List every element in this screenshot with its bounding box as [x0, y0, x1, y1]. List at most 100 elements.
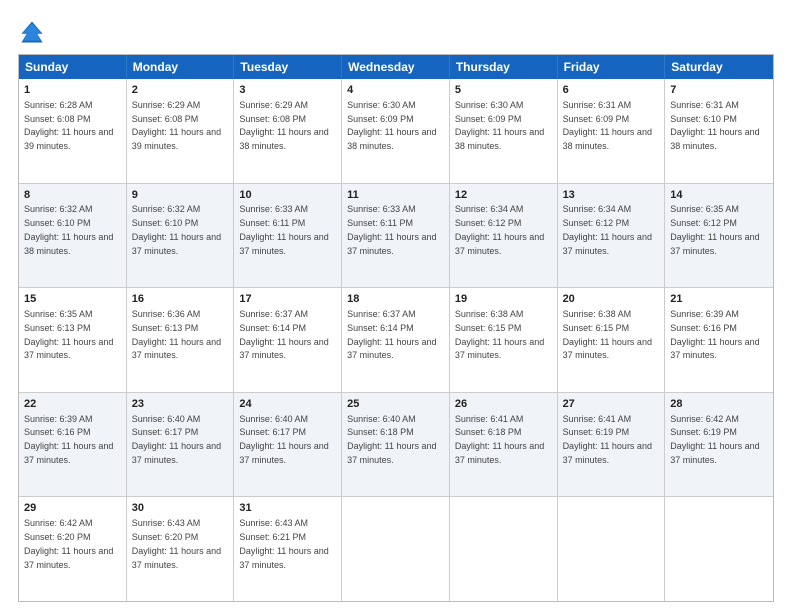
- day-detail: Sunrise: 6:28 AMSunset: 6:08 PMDaylight:…: [24, 100, 113, 151]
- empty-cell: [558, 497, 666, 601]
- day-detail: Sunrise: 6:34 AMSunset: 6:12 PMDaylight:…: [563, 204, 652, 255]
- day-cell-28: 28 Sunrise: 6:42 AMSunset: 6:19 PMDayligh…: [665, 393, 773, 497]
- calendar: SundayMondayTuesdayWednesdayThursdayFrid…: [18, 54, 774, 602]
- day-cell-29: 29 Sunrise: 6:42 AMSunset: 6:20 PMDayligh…: [19, 497, 127, 601]
- calendar-body: 1 Sunrise: 6:28 AMSunset: 6:08 PMDaylight…: [19, 79, 773, 601]
- day-number: 4: [347, 83, 444, 98]
- day-cell-11: 11Sunrise: 6:33 AMSunset: 6:11 PMDayligh…: [342, 184, 450, 288]
- header-day-saturday: Saturday: [665, 55, 773, 79]
- day-cell-4: 4 Sunrise: 6:30 AMSunset: 6:09 PMDaylight…: [342, 79, 450, 183]
- calendar-header: SundayMondayTuesdayWednesdayThursdayFrid…: [19, 55, 773, 79]
- day-number: 13: [563, 188, 660, 203]
- week-row-5: 29 Sunrise: 6:42 AMSunset: 6:20 PMDayligh…: [19, 496, 773, 601]
- empty-cell: [450, 497, 558, 601]
- day-number: 29: [24, 501, 121, 516]
- day-cell-19: 19Sunrise: 6:38 AMSunset: 6:15 PMDayligh…: [450, 288, 558, 392]
- day-number: 28: [670, 397, 768, 412]
- day-detail: Sunrise: 6:30 AMSunset: 6:09 PMDaylight:…: [455, 100, 544, 151]
- day-cell-7: 7Sunrise: 6:31 AMSunset: 6:10 PMDaylight…: [665, 79, 773, 183]
- day-number: 14: [670, 188, 768, 203]
- day-detail: Sunrise: 6:42 AMSunset: 6:19 PMDaylight:…: [670, 414, 759, 465]
- day-detail: Sunrise: 6:31 AMSunset: 6:09 PMDaylight:…: [563, 100, 652, 151]
- day-number: 2: [132, 83, 229, 98]
- day-number: 31: [239, 501, 336, 516]
- day-cell-1: 1 Sunrise: 6:28 AMSunset: 6:08 PMDaylight…: [19, 79, 127, 183]
- day-detail: Sunrise: 6:34 AMSunset: 6:12 PMDaylight:…: [455, 204, 544, 255]
- day-cell-9: 9Sunrise: 6:32 AMSunset: 6:10 PMDaylight…: [127, 184, 235, 288]
- day-number: 9: [132, 188, 229, 203]
- day-detail: Sunrise: 6:41 AMSunset: 6:18 PMDaylight:…: [455, 414, 544, 465]
- day-detail: Sunrise: 6:37 AMSunset: 6:14 PMDaylight:…: [347, 309, 436, 360]
- day-detail: Sunrise: 6:29 AMSunset: 6:08 PMDaylight:…: [239, 100, 328, 151]
- day-detail: Sunrise: 6:41 AMSunset: 6:19 PMDaylight:…: [563, 414, 652, 465]
- day-cell-2: 2 Sunrise: 6:29 AMSunset: 6:08 PMDaylight…: [127, 79, 235, 183]
- day-cell-14: 14Sunrise: 6:35 AMSunset: 6:12 PMDayligh…: [665, 184, 773, 288]
- day-cell-18: 18 Sunrise: 6:37 AMSunset: 6:14 PMDayligh…: [342, 288, 450, 392]
- day-number: 10: [239, 188, 336, 203]
- day-number: 11: [347, 188, 444, 203]
- day-detail: Sunrise: 6:35 AMSunset: 6:12 PMDaylight:…: [670, 204, 759, 255]
- day-cell-3: 3 Sunrise: 6:29 AMSunset: 6:08 PMDaylight…: [234, 79, 342, 183]
- day-number: 22: [24, 397, 121, 412]
- day-cell-5: 5 Sunrise: 6:30 AMSunset: 6:09 PMDaylight…: [450, 79, 558, 183]
- day-cell-30: 30Sunrise: 6:43 AMSunset: 6:20 PMDayligh…: [127, 497, 235, 601]
- page: SundayMondayTuesdayWednesdayThursdayFrid…: [0, 0, 792, 612]
- empty-cell: [665, 497, 773, 601]
- logo-icon: [18, 18, 46, 46]
- header-day-wednesday: Wednesday: [342, 55, 450, 79]
- header-day-monday: Monday: [127, 55, 235, 79]
- day-detail: Sunrise: 6:40 AMSunset: 6:18 PMDaylight:…: [347, 414, 436, 465]
- day-number: 1: [24, 83, 121, 98]
- day-cell-23: 23Sunrise: 6:40 AMSunset: 6:17 PMDayligh…: [127, 393, 235, 497]
- day-detail: Sunrise: 6:33 AMSunset: 6:11 PMDaylight:…: [239, 204, 328, 255]
- day-number: 17: [239, 292, 336, 307]
- day-cell-16: 16 Sunrise: 6:36 AMSunset: 6:13 PMDayligh…: [127, 288, 235, 392]
- day-number: 25: [347, 397, 444, 412]
- week-row-3: 15 Sunrise: 6:35 AMSunset: 6:13 PMDayligh…: [19, 287, 773, 392]
- day-cell-31: 31 Sunrise: 6:43 AMSunset: 6:21 PMDayligh…: [234, 497, 342, 601]
- logo: [18, 18, 50, 46]
- day-number: 19: [455, 292, 552, 307]
- header: [18, 18, 774, 46]
- day-number: 8: [24, 188, 121, 203]
- week-row-1: 1 Sunrise: 6:28 AMSunset: 6:08 PMDaylight…: [19, 79, 773, 183]
- day-cell-24: 24Sunrise: 6:40 AMSunset: 6:17 PMDayligh…: [234, 393, 342, 497]
- day-number: 7: [670, 83, 768, 98]
- day-detail: Sunrise: 6:29 AMSunset: 6:08 PMDaylight:…: [132, 100, 221, 151]
- day-cell-8: 8Sunrise: 6:32 AMSunset: 6:10 PMDaylight…: [19, 184, 127, 288]
- day-detail: Sunrise: 6:43 AMSunset: 6:21 PMDaylight:…: [239, 518, 328, 569]
- day-detail: Sunrise: 6:33 AMSunset: 6:11 PMDaylight:…: [347, 204, 436, 255]
- day-cell-26: 26 Sunrise: 6:41 AMSunset: 6:18 PMDayligh…: [450, 393, 558, 497]
- header-day-tuesday: Tuesday: [234, 55, 342, 79]
- day-number: 5: [455, 83, 552, 98]
- day-number: 18: [347, 292, 444, 307]
- day-cell-6: 6 Sunrise: 6:31 AMSunset: 6:09 PMDaylight…: [558, 79, 666, 183]
- day-detail: Sunrise: 6:36 AMSunset: 6:13 PMDaylight:…: [132, 309, 221, 360]
- day-detail: Sunrise: 6:35 AMSunset: 6:13 PMDaylight:…: [24, 309, 113, 360]
- day-number: 27: [563, 397, 660, 412]
- day-number: 20: [563, 292, 660, 307]
- day-cell-25: 25 Sunrise: 6:40 AMSunset: 6:18 PMDayligh…: [342, 393, 450, 497]
- day-detail: Sunrise: 6:42 AMSunset: 6:20 PMDaylight:…: [24, 518, 113, 569]
- header-day-friday: Friday: [558, 55, 666, 79]
- day-detail: Sunrise: 6:37 AMSunset: 6:14 PMDaylight:…: [239, 309, 328, 360]
- day-cell-13: 13Sunrise: 6:34 AMSunset: 6:12 PMDayligh…: [558, 184, 666, 288]
- day-detail: Sunrise: 6:43 AMSunset: 6:20 PMDaylight:…: [132, 518, 221, 569]
- day-number: 26: [455, 397, 552, 412]
- day-number: 3: [239, 83, 336, 98]
- day-cell-21: 21Sunrise: 6:39 AMSunset: 6:16 PMDayligh…: [665, 288, 773, 392]
- week-row-2: 8Sunrise: 6:32 AMSunset: 6:10 PMDaylight…: [19, 183, 773, 288]
- header-day-thursday: Thursday: [450, 55, 558, 79]
- day-number: 15: [24, 292, 121, 307]
- day-cell-22: 22Sunrise: 6:39 AMSunset: 6:16 PMDayligh…: [19, 393, 127, 497]
- day-cell-15: 15 Sunrise: 6:35 AMSunset: 6:13 PMDayligh…: [19, 288, 127, 392]
- day-cell-12: 12Sunrise: 6:34 AMSunset: 6:12 PMDayligh…: [450, 184, 558, 288]
- day-detail: Sunrise: 6:40 AMSunset: 6:17 PMDaylight:…: [239, 414, 328, 465]
- day-number: 6: [563, 83, 660, 98]
- day-detail: Sunrise: 6:30 AMSunset: 6:09 PMDaylight:…: [347, 100, 436, 151]
- day-detail: Sunrise: 6:32 AMSunset: 6:10 PMDaylight:…: [24, 204, 113, 255]
- day-number: 16: [132, 292, 229, 307]
- day-cell-10: 10Sunrise: 6:33 AMSunset: 6:11 PMDayligh…: [234, 184, 342, 288]
- day-detail: Sunrise: 6:32 AMSunset: 6:10 PMDaylight:…: [132, 204, 221, 255]
- day-detail: Sunrise: 6:39 AMSunset: 6:16 PMDaylight:…: [670, 309, 759, 360]
